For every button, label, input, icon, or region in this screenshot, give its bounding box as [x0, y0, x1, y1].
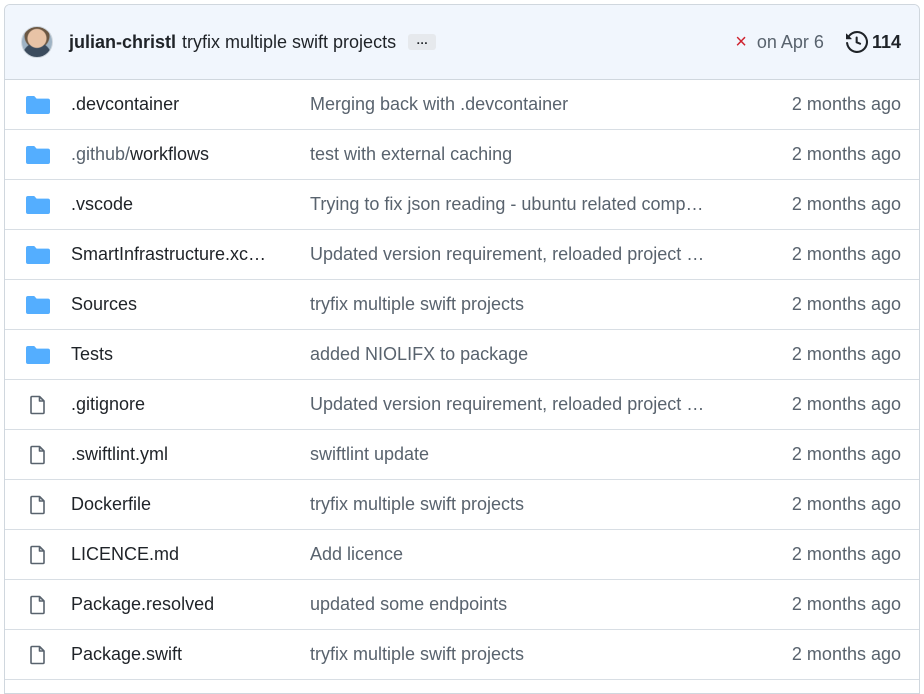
file-name-link[interactable]: .devcontainer	[71, 94, 291, 115]
file-row[interactable]: SmartInfrastructure.xc… Updated version …	[5, 230, 919, 280]
file-row[interactable]: .swiftlint.yml swiftlint update 2 months…	[5, 430, 919, 480]
file-name: workflows	[130, 144, 210, 164]
file-name-link[interactable]: .github/workflows	[71, 144, 291, 165]
file-commit-age: 2 months ago	[791, 244, 901, 264]
file-commit-message-link[interactable]: swiftlint update	[310, 444, 750, 465]
x-icon[interactable]: ×	[735, 31, 747, 54]
commit-history-link[interactable]: 114	[845, 31, 901, 53]
file-browser: julian-christl tryfix multiple swift pro…	[4, 4, 920, 694]
file-name: SmartInfrastructure.xc…	[71, 244, 267, 264]
file-commit-age: 2 months ago	[791, 94, 901, 114]
folder-icon	[26, 195, 50, 215]
file-row[interactable]: Package.resolved updated some endpoints …	[5, 580, 919, 630]
file-name: .vscode	[71, 194, 134, 214]
file-name: Dockerfile	[71, 494, 152, 514]
commit-author-link[interactable]: julian-christl	[69, 32, 176, 53]
file-name-link[interactable]: Package.swift	[71, 644, 291, 665]
file-name-link[interactable]: LICENCE.md	[71, 544, 291, 565]
folder-icon	[26, 345, 50, 365]
file-commit-age: 2 months ago	[791, 344, 901, 364]
file-commit-message-link[interactable]: Add licence	[310, 544, 750, 565]
file-icon	[26, 545, 50, 565]
file-row[interactable]: Package.swift tryfix multiple swift proj…	[5, 630, 919, 680]
file-icon	[26, 395, 50, 415]
file-commit-message-link[interactable]: Updated version requirement, reloaded pr…	[310, 394, 750, 415]
file-commit-age: 2 months ago	[791, 444, 901, 464]
file-name: .devcontainer	[71, 94, 180, 114]
file-row[interactable]: LICENCE.md Add licence 2 months ago	[5, 530, 919, 580]
file-row[interactable]: .gitignore Updated version requirement, …	[5, 380, 919, 430]
commit-date[interactable]: on Apr 6	[757, 32, 824, 53]
file-name: Tests	[71, 344, 114, 364]
file-row[interactable]: Dockerfile tryfix multiple swift project…	[5, 480, 919, 530]
file-name: .gitignore	[71, 394, 146, 414]
file-commit-age: 2 months ago	[791, 194, 901, 214]
file-commit-message-link[interactable]: test with external caching	[310, 144, 750, 165]
file-list: .devcontainer Merging back with .devcont…	[5, 80, 919, 680]
file-commit-message-link[interactable]: Updated version requirement, reloaded pr…	[310, 244, 750, 265]
file-row[interactable]: .devcontainer Merging back with .devcont…	[5, 80, 919, 130]
commit-message-link[interactable]: tryfix multiple swift projects	[182, 32, 396, 53]
file-name-link[interactable]: Tests	[71, 344, 291, 365]
file-commit-age: 2 months ago	[791, 594, 901, 614]
file-commit-message-link[interactable]: updated some endpoints	[310, 594, 750, 615]
file-row[interactable]: .vscode Trying to fix json reading - ubu…	[5, 180, 919, 230]
expand-commit-message-button[interactable]: …	[408, 33, 437, 50]
file-commit-age: 2 months ago	[791, 144, 901, 164]
file-name-link[interactable]: .vscode	[71, 194, 291, 215]
file-commit-age: 2 months ago	[791, 294, 901, 314]
file-commit-age: 2 months ago	[791, 644, 901, 664]
file-name: Package.resolved	[71, 594, 215, 614]
file-icon	[26, 445, 50, 465]
file-commit-message-link[interactable]: tryfix multiple swift projects	[310, 494, 750, 515]
file-path-prefix: .github/	[71, 144, 131, 164]
file-icon	[26, 645, 50, 665]
file-name-link[interactable]: Sources	[71, 294, 291, 315]
folder-icon	[26, 295, 50, 315]
file-name-link[interactable]: Dockerfile	[71, 494, 291, 515]
folder-icon	[26, 245, 50, 265]
file-name: LICENCE.md	[71, 544, 180, 564]
file-commit-message-link[interactable]: Merging back with .devcontainer	[310, 94, 750, 115]
file-name-link[interactable]: Package.resolved	[71, 594, 291, 615]
file-row[interactable]: Tests added NIOLIFX to package 2 months …	[5, 330, 919, 380]
file-name: Package.swift	[71, 644, 183, 664]
file-row[interactable]: .github/workflows test with external cac…	[5, 130, 919, 180]
file-commit-message-link[interactable]: added NIOLIFX to package	[310, 344, 750, 365]
file-commit-age: 2 months ago	[791, 544, 901, 564]
file-name: Sources	[71, 294, 138, 314]
file-name-link[interactable]: .swiftlint.yml	[71, 444, 291, 465]
file-commit-message-link[interactable]: tryfix multiple swift projects	[310, 644, 750, 665]
avatar[interactable]	[21, 26, 53, 58]
history-icon	[845, 31, 868, 53]
file-name-link[interactable]: SmartInfrastructure.xc…	[71, 244, 291, 265]
file-icon	[26, 595, 50, 615]
file-commit-message-link[interactable]: Trying to fix json reading - ubuntu rela…	[310, 194, 750, 215]
folder-icon	[26, 95, 50, 115]
file-name: .swiftlint.yml	[71, 444, 169, 464]
file-row[interactable]: Sources tryfix multiple swift projects 2…	[5, 280, 919, 330]
folder-icon	[26, 145, 50, 165]
commit-count: 114	[871, 31, 901, 52]
file-commit-age: 2 months ago	[791, 394, 901, 414]
file-icon	[26, 495, 50, 515]
file-name-link[interactable]: .gitignore	[71, 394, 291, 415]
file-commit-age: 2 months ago	[791, 494, 901, 514]
latest-commit-bar: julian-christl tryfix multiple swift pro…	[5, 5, 919, 80]
file-commit-message-link[interactable]: tryfix multiple swift projects	[310, 294, 750, 315]
